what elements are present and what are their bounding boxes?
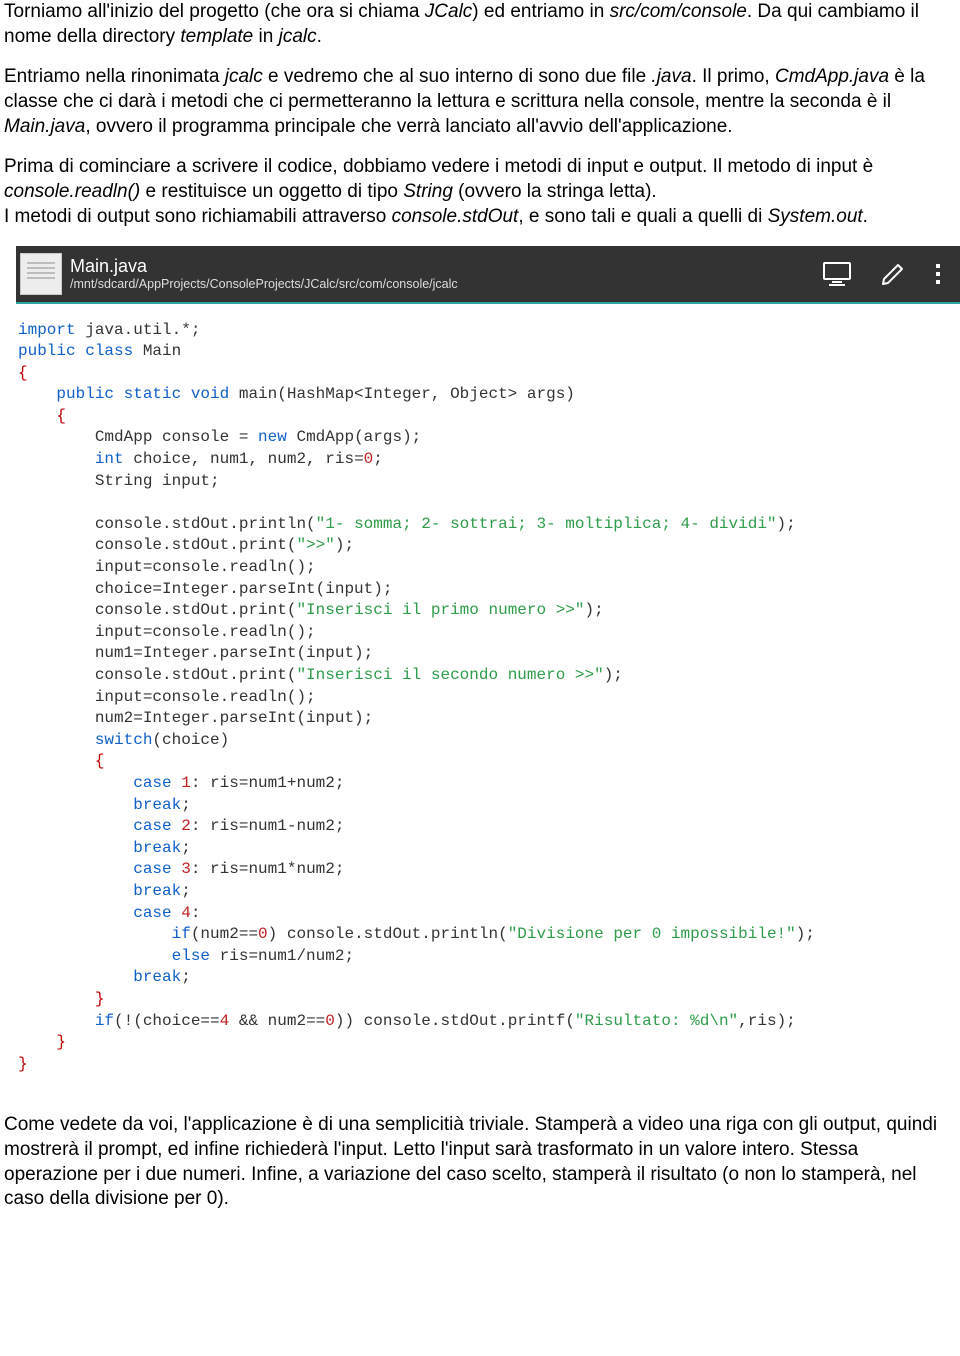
paragraph-2: Entriamo nella rinonimata jcalc e vedrem… <box>4 65 956 139</box>
paragraph-1: Torniamo all'inizio del progetto (che or… <box>4 0 956 49</box>
monitor-icon[interactable] <box>822 261 852 287</box>
overflow-menu-icon[interactable] <box>934 261 942 287</box>
file-icon <box>20 253 62 295</box>
paragraph-3: Prima di cominciare a scrivere il codice… <box>4 155 956 229</box>
paragraph-4: Come vedete da voi, l'applicazione è di … <box>4 1113 956 1212</box>
edit-icon[interactable] <box>880 261 906 287</box>
ide-header: Main.java /mnt/sdcard/AppProjects/Consol… <box>16 246 960 304</box>
file-path: /mnt/sdcard/AppProjects/ConsoleProjects/… <box>70 277 822 291</box>
file-info: Main.java /mnt/sdcard/AppProjects/Consol… <box>70 256 822 291</box>
file-name: Main.java <box>70 256 822 277</box>
code-editor[interactable]: import java.util.*; public class Main { … <box>16 306 960 1086</box>
